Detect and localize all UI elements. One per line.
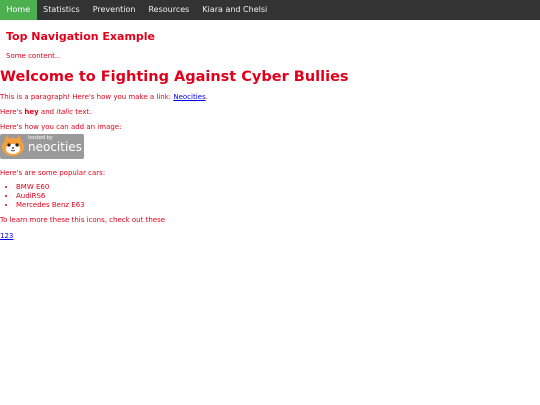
list-item: BMW E60 — [16, 183, 540, 192]
formatting-suffix: text. — [73, 108, 92, 116]
top-section: Top Navigation Example Some content.. — [0, 30, 540, 61]
bold-word: hey — [24, 108, 39, 116]
badge-wrapper: hosted by neocities — [0, 134, 540, 163]
list-item: AudiRS6 — [16, 192, 540, 201]
nav-resources[interactable]: Resources — [142, 0, 196, 20]
image-intro: Here's how you can add an image: — [0, 123, 122, 131]
top-navigation-bar: Home Statistics Prevention Resources Kia… — [0, 0, 540, 20]
nav-kiara-and-chelsi[interactable]: Kiara and Chelsi — [196, 0, 274, 20]
nav-prevention[interactable]: Prevention — [86, 0, 142, 20]
italic-word: italic — [56, 108, 74, 116]
paragraph-formatting: Here's hey and italic text. — [0, 108, 540, 117]
cars-list: BMW E60 AudiRS6 Mercedes Benz E63 — [0, 183, 540, 210]
neocities-cat-icon — [2, 135, 24, 156]
section-title: Top Navigation Example — [6, 30, 156, 43]
page-title: Welcome to Fighting Against Cyber Bullie… — [0, 69, 349, 85]
link-123-paragraph: 123 — [0, 232, 540, 241]
nav-statistics[interactable]: Statistics — [37, 0, 87, 20]
badge-neocities: neocities — [28, 140, 82, 154]
formatting-prefix: Here's — [0, 108, 25, 116]
paragraph-link-prefix: This is a paragraph! Here's how you make… — [0, 93, 174, 101]
badge-text: hosted by neocities — [28, 136, 82, 154]
section-content: Some content.. — [6, 52, 60, 60]
link-123[interactable]: 123 — [0, 232, 13, 240]
paragraph-link-suffix: . — [205, 93, 208, 101]
cars-intro: Here's are some popular cars: — [0, 169, 106, 177]
learn-more-text: To learn more these this icons, check ou… — [0, 216, 166, 224]
neocities-link[interactable]: Neocities — [173, 93, 205, 101]
paragraph-link: This is a paragraph! Here's how you make… — [0, 93, 540, 102]
hosted-by-neocities-badge[interactable]: hosted by neocities — [0, 134, 84, 159]
list-item: Mercedes Benz E63 — [16, 201, 540, 210]
formatting-middle: and — [38, 108, 57, 116]
nav-home[interactable]: Home — [0, 0, 37, 20]
